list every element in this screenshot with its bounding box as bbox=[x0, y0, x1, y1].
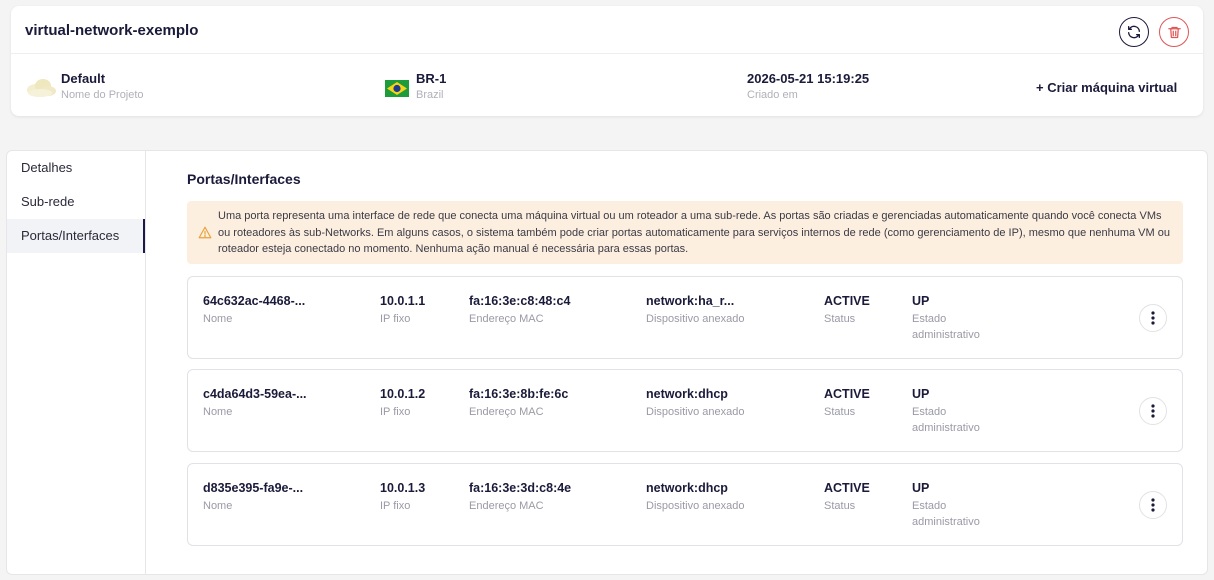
port-mac: fa:16:3e:8b:fe:6c bbox=[469, 387, 569, 401]
port-device: network:ha_r... bbox=[646, 294, 735, 308]
port-name: 64c632ac-4468-... bbox=[203, 294, 306, 308]
port-name: d835e395-fa9e-... bbox=[203, 481, 304, 495]
port-device-label: Dispositivo anexado bbox=[646, 406, 745, 418]
port-admin-state: UP bbox=[912, 481, 930, 495]
port-status: ACTIVE bbox=[824, 481, 870, 495]
port-admin-state: UP bbox=[912, 294, 930, 308]
created-label: Criado em bbox=[747, 89, 798, 101]
port-device: network:dhcp bbox=[646, 387, 728, 401]
port-status: ACTIVE bbox=[824, 294, 870, 308]
port-mac: fa:16:3e:3d:c8:4e bbox=[469, 481, 572, 495]
details-panel: Detalhes Sub-rede Portas/Interfaces Port… bbox=[6, 150, 1208, 575]
port-name-label: Nome bbox=[203, 500, 233, 512]
port-mac-label: Endereço MAC bbox=[469, 313, 544, 325]
port-mac-label: Endereço MAC bbox=[469, 406, 544, 418]
refresh-button[interactable] bbox=[1119, 17, 1149, 47]
port-actions-button[interactable] bbox=[1139, 491, 1167, 519]
port-admin-label: Estado administrativo bbox=[912, 313, 980, 341]
port-admin-label: Estado administrativo bbox=[912, 500, 980, 528]
port-name-label: Nome bbox=[203, 313, 233, 325]
port-actions-button[interactable] bbox=[1139, 304, 1167, 332]
port-name-label: Nome bbox=[203, 406, 233, 418]
alert-text: Uma porta representa uma interface de re… bbox=[218, 210, 1170, 255]
port-actions-button[interactable] bbox=[1139, 397, 1167, 425]
port-row: d835e395-fa9e-... Nome 10.0.1.3 IP fixo fa… bbox=[187, 463, 1183, 546]
port-ip-label: IP fixo bbox=[380, 406, 411, 418]
port-ip: 10.0.1.3 bbox=[380, 481, 426, 495]
brazil-flag-icon bbox=[385, 80, 409, 97]
port-ip-label: IP fixo bbox=[380, 313, 411, 325]
project-name: Default bbox=[61, 71, 106, 86]
info-alert: Uma porta representa uma interface de re… bbox=[187, 201, 1183, 264]
cloud-icon bbox=[27, 79, 56, 97]
port-ip-label: IP fixo bbox=[380, 500, 411, 512]
port-mac: fa:16:3e:c8:48:c4 bbox=[469, 294, 571, 308]
sidebar-nav: Detalhes Sub-rede Portas/Interfaces bbox=[7, 151, 146, 574]
port-admin-state: UP bbox=[912, 387, 930, 401]
port-device-label: Dispositivo anexado bbox=[646, 313, 745, 325]
project-label: Nome do Projeto bbox=[61, 89, 144, 101]
region-info: BR-1 Brazil bbox=[385, 71, 446, 104]
port-ip: 10.0.1.1 bbox=[380, 294, 426, 308]
region-label: Brazil bbox=[416, 89, 444, 101]
created-date: 2026-05-21 15:19:25 bbox=[747, 71, 870, 86]
refresh-icon bbox=[1128, 25, 1140, 39]
port-device-label: Dispositivo anexado bbox=[646, 500, 745, 512]
section-title: Portas/Interfaces bbox=[187, 171, 301, 187]
port-admin-label: Estado administrativo bbox=[912, 406, 980, 434]
create-vm-link[interactable]: + Criar máquina virtual bbox=[1036, 80, 1177, 95]
port-status: ACTIVE bbox=[824, 387, 870, 401]
header-divider bbox=[11, 53, 1203, 54]
more-vertical-icon bbox=[1151, 404, 1155, 418]
more-vertical-icon bbox=[1151, 498, 1155, 512]
created-info: 2026-05-21 15:19:25 Criado em bbox=[747, 71, 869, 104]
sidebar-item-portas-interfaces[interactable]: Portas/Interfaces bbox=[7, 219, 145, 253]
port-mac-label: Endereço MAC bbox=[469, 500, 544, 512]
sidebar-item-sub-rede[interactable]: Sub-rede bbox=[7, 185, 145, 219]
warning-icon bbox=[198, 226, 212, 239]
port-status-label: Status bbox=[824, 500, 856, 512]
project-info: Default Nome do Projeto bbox=[25, 71, 144, 104]
sidebar-item-detalhes[interactable]: Detalhes bbox=[7, 151, 145, 185]
delete-button[interactable] bbox=[1159, 17, 1189, 47]
port-ip: 10.0.1.2 bbox=[380, 387, 426, 401]
port-row: c4da64d3-59ea-... Nome 10.0.1.2 IP fixo fa… bbox=[187, 369, 1183, 452]
more-vertical-icon bbox=[1151, 311, 1155, 325]
port-row: 64c632ac-4468-... Nome 10.0.1.1 IP fixo fa… bbox=[187, 276, 1183, 359]
port-name: c4da64d3-59ea-... bbox=[203, 387, 307, 401]
port-status-label: Status bbox=[824, 406, 856, 418]
port-status-label: Status bbox=[824, 313, 856, 325]
trash-icon bbox=[1167, 26, 1181, 38]
port-device: network:dhcp bbox=[646, 481, 728, 495]
network-header-card: virtual-network-exemplo Default Nome do … bbox=[11, 6, 1203, 116]
page-title: virtual-network-exemplo bbox=[25, 22, 199, 39]
region-code: BR-1 bbox=[416, 71, 447, 86]
